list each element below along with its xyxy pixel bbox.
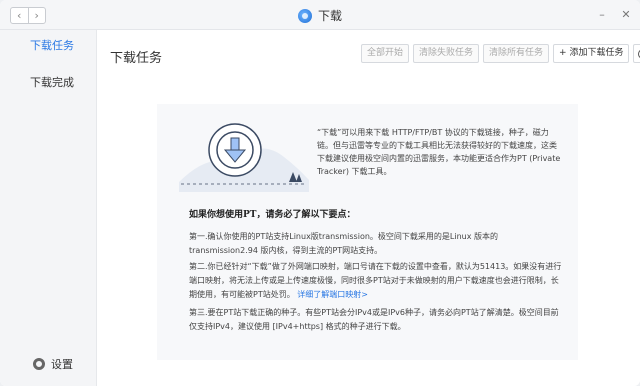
toolbar: 全部开始 清除失败任务 清除所有任务 + 添加下载任务 ▾ [361,44,640,63]
download-window: ‹ › 下载 – ✕ 下载任务 下载完成 设置 下载任务 全部开始 清除失败任务… [0,0,640,386]
intro-text: “下载”可以用来下载 HTTP/FTP/BT 协议的下载链接，种子，磁力链。但与… [317,128,561,176]
download-illustration [179,123,309,192]
close-icon[interactable]: ✕ [620,9,632,21]
schedule-button[interactable]: ▾ [633,44,640,63]
download-app-icon [297,8,312,23]
clear-failed-button[interactable]: 清除失败任务 [413,44,480,63]
main-panel: 下载任务 全部开始 清除失败任务 清除所有任务 + 添加下载任务 ▾ “下 [97,30,640,386]
window-title: 下载 [317,9,342,23]
port-mapping-link[interactable]: 详细了解端口映射> [297,290,368,299]
page-title: 下载任务 [110,51,163,66]
clear-all-button[interactable]: 清除所有任务 [483,44,550,63]
point-two: 第二.你已经针对“下载”做了外网端口映射，端口号请在下载的设置中查看，默认为51… [189,260,564,302]
titlebar: ‹ › 下载 – ✕ [0,0,640,30]
settings-label: 设置 [51,358,73,371]
sidebar-item-download-tasks[interactable]: 下载任务 [0,33,97,59]
add-task-button[interactable]: + 添加下载任务 [553,44,630,63]
info-card: “下载”可以用来下载 HTTP/FTP/BT 协议的下载链接，种子，磁力链。但与… [157,104,578,360]
title-group: 下载 [0,7,640,24]
point-one: 第一.确认你使用的PT站支持Linux版transmission。极空间下载采用… [189,232,499,255]
gear-icon [33,358,45,370]
sidebar-item-completed[interactable]: 下载完成 [0,70,97,96]
point-two-text: 第二.你已经针对“下载”做了外网端口映射，端口号请在下载的设置中查看，默认为51… [189,262,562,299]
sidebar: 下载任务 下载完成 设置 [0,30,97,386]
settings-button[interactable]: 设置 [33,356,73,372]
start-all-button[interactable]: 全部开始 [361,44,410,63]
point-three: 第三.要在PT站下载正确的种子。有些PT站会分IPv4或是IPv6种子，请务必向… [189,308,559,331]
pt-heading: 如果你想使用PT，请务必了解以下要点： [189,210,356,220]
minimize-icon[interactable]: – [596,9,608,21]
